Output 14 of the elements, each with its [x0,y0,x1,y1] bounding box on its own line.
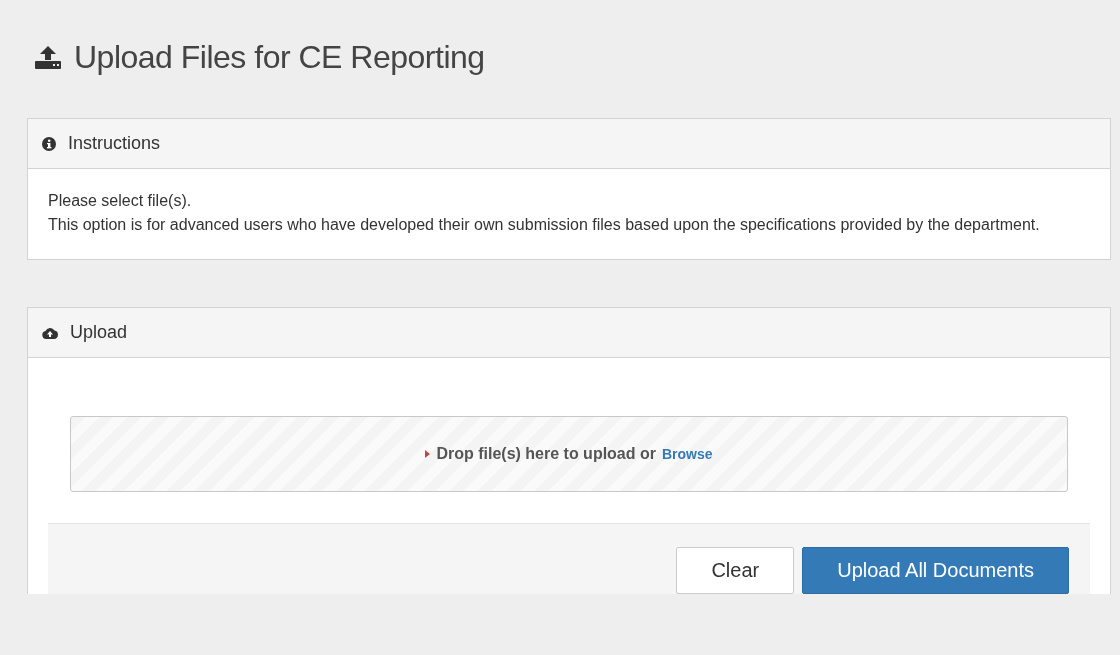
cloud-upload-icon [42,326,58,339]
instruction-text: Please select file(s). [48,191,193,211]
clear-button[interactable]: Clear [676,547,795,594]
panel-heading: Upload [70,322,128,343]
info-icon [42,136,56,151]
drop-text: Drop file(s) here to upload or [436,445,656,463]
upload-icon [34,45,62,69]
upload-button[interactable]: Upload All Documents [802,547,1069,594]
browse-link[interactable]: Browse [662,446,713,462]
page-title: Upload Files for CE Reporting [74,38,485,76]
instruction-text: This option is for advanced users who have developed their own submission files based upon the specifications provided by the department. [48,215,1041,235]
panel-heading: Instructions [68,133,161,154]
drop-zone[interactable]: Drop file(s) here to upload or Browse [70,416,1068,492]
caret-icon [425,450,431,458]
